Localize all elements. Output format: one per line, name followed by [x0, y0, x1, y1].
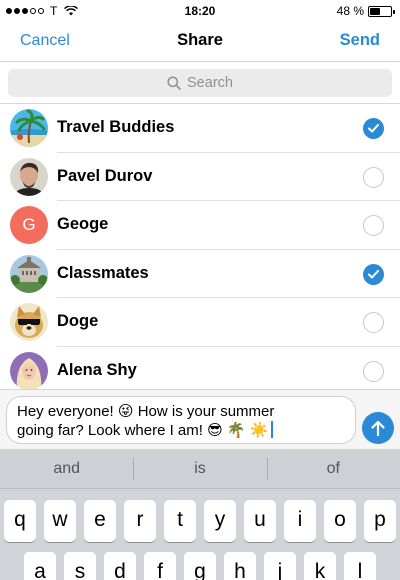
- unselected-circle-icon[interactable]: [363, 312, 384, 333]
- battery-tip: [393, 9, 395, 14]
- travel-buddies-avatar: [10, 109, 48, 147]
- key-h[interactable]: h: [224, 552, 256, 580]
- key-j[interactable]: j: [264, 552, 296, 580]
- geoge-avatar: G: [10, 206, 48, 244]
- contact-name: Alena Shy: [57, 360, 137, 379]
- battery-status: 48 %: [336, 4, 395, 18]
- message-line-1: Hey everyone! 😜 How is your summer: [17, 403, 275, 420]
- unselected-circle-icon[interactable]: [363, 215, 384, 236]
- contact-name: Geoge: [57, 215, 109, 233]
- contact-row-travel-buddies[interactable]: Travel Buddies: [0, 104, 400, 153]
- key-g[interactable]: g: [184, 552, 216, 580]
- search-icon: [167, 76, 181, 90]
- pavel-durov-avatar: [10, 157, 48, 196]
- contact-row-classmates[interactable]: Classmates: [0, 250, 400, 298]
- text-caret: [271, 421, 274, 438]
- search-bar: Search: [0, 62, 400, 104]
- battery-fill: [370, 7, 380, 15]
- keyboard-row-2: a s d f g h j k l: [0, 552, 400, 580]
- predictive-suggestions: and is of: [0, 449, 400, 489]
- message-composer: Hey everyone! 😜 How is your summer going…: [0, 389, 400, 449]
- search-placeholder: Search: [187, 75, 233, 91]
- arrow-up-icon: [371, 420, 385, 436]
- selected-checkmark-icon[interactable]: [363, 263, 384, 285]
- suggestion-is[interactable]: is: [133, 449, 266, 488]
- avatar-initial: G: [22, 215, 36, 234]
- navigation-bar: Cancel Share Send: [0, 22, 400, 62]
- key-l[interactable]: l: [344, 552, 376, 580]
- key-d[interactable]: d: [104, 552, 136, 580]
- keyboard-row-1: q w e r t y u i o p: [0, 500, 400, 542]
- key-q[interactable]: q: [4, 500, 36, 542]
- key-y[interactable]: y: [204, 500, 236, 542]
- key-a[interactable]: a: [24, 552, 56, 580]
- contact-name: Doge: [57, 312, 99, 330]
- battery-icon: [368, 5, 395, 17]
- contact-row-pavel-durov[interactable]: Pavel Durov: [0, 153, 400, 201]
- key-e[interactable]: e: [84, 500, 116, 542]
- battery-percentage: 48 %: [336, 4, 364, 18]
- contact-row-alena-shy[interactable]: Alena Shy: [0, 347, 400, 396]
- doge-avatar: [10, 303, 48, 341]
- key-s[interactable]: s: [64, 552, 96, 580]
- contact-row-geoge[interactable]: G Geoge: [0, 201, 400, 250]
- message-line-2-wrap: going far? Look where I am! 😎 🌴 ☀️: [17, 421, 345, 440]
- key-i[interactable]: i: [284, 500, 316, 542]
- send-button[interactable]: Send: [340, 31, 380, 50]
- selected-checkmark-icon[interactable]: [363, 118, 384, 139]
- unselected-circle-icon[interactable]: [363, 166, 384, 188]
- message-line-2: going far? Look where I am! 😎 🌴 ☀️: [17, 422, 269, 439]
- message-input[interactable]: Hey everyone! 😜 How is your summer going…: [6, 396, 356, 444]
- search-input[interactable]: Search: [8, 69, 392, 97]
- suggestion-of[interactable]: of: [266, 449, 400, 488]
- key-w[interactable]: w: [44, 500, 76, 542]
- send-arrow-button[interactable]: [362, 412, 394, 444]
- key-p[interactable]: p: [364, 500, 396, 542]
- contact-list: Travel Buddies Pavel Durov G Geoge Class…: [0, 104, 400, 395]
- alena-shy-avatar: [10, 351, 48, 390]
- key-k[interactable]: k: [304, 552, 336, 580]
- key-u[interactable]: u: [244, 500, 276, 542]
- suggestion-and[interactable]: and: [0, 449, 133, 488]
- contact-name: Travel Buddies: [57, 118, 175, 136]
- contact-name: Classmates: [57, 263, 149, 282]
- key-f[interactable]: f: [144, 552, 176, 580]
- unselected-circle-icon[interactable]: [363, 360, 384, 382]
- contact-name: Pavel Durov: [57, 166, 153, 185]
- status-bar: T 18:20 48 %: [0, 0, 400, 22]
- keyboard: and is of q w e r t y u i o p a s d f g …: [0, 449, 400, 580]
- key-o[interactable]: o: [324, 500, 356, 542]
- classmates-avatar: [10, 254, 48, 293]
- contact-row-doge[interactable]: Doge: [0, 298, 400, 347]
- key-r[interactable]: r: [124, 500, 156, 542]
- key-t[interactable]: t: [164, 500, 196, 542]
